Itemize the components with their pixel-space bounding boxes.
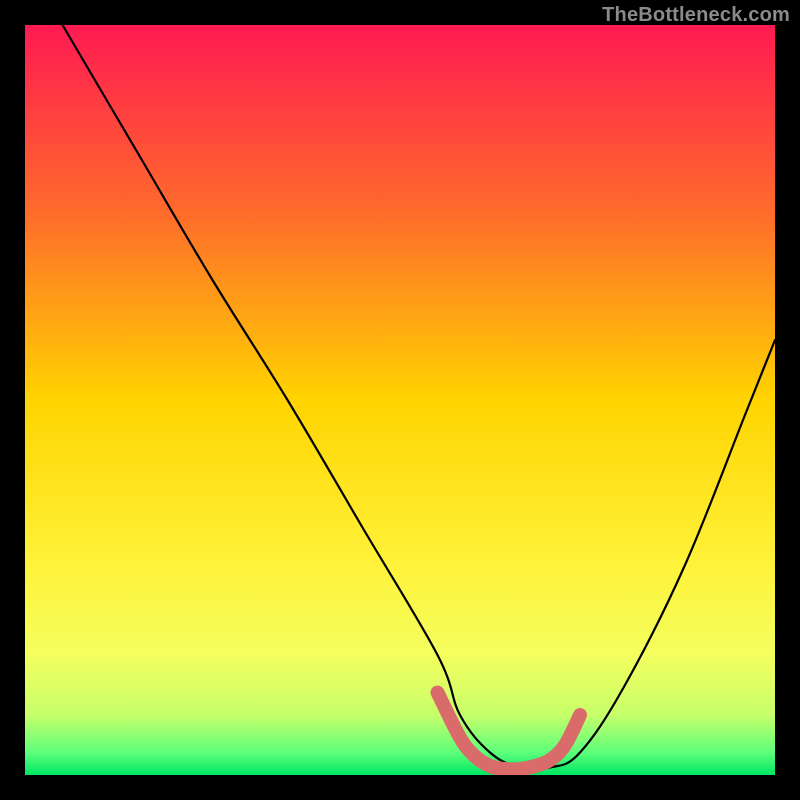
gradient-background <box>25 25 775 775</box>
plot-area <box>25 25 775 775</box>
chart-svg <box>25 25 775 775</box>
chart-frame: TheBottleneck.com <box>0 0 800 800</box>
watermark-text: TheBottleneck.com <box>602 4 790 27</box>
